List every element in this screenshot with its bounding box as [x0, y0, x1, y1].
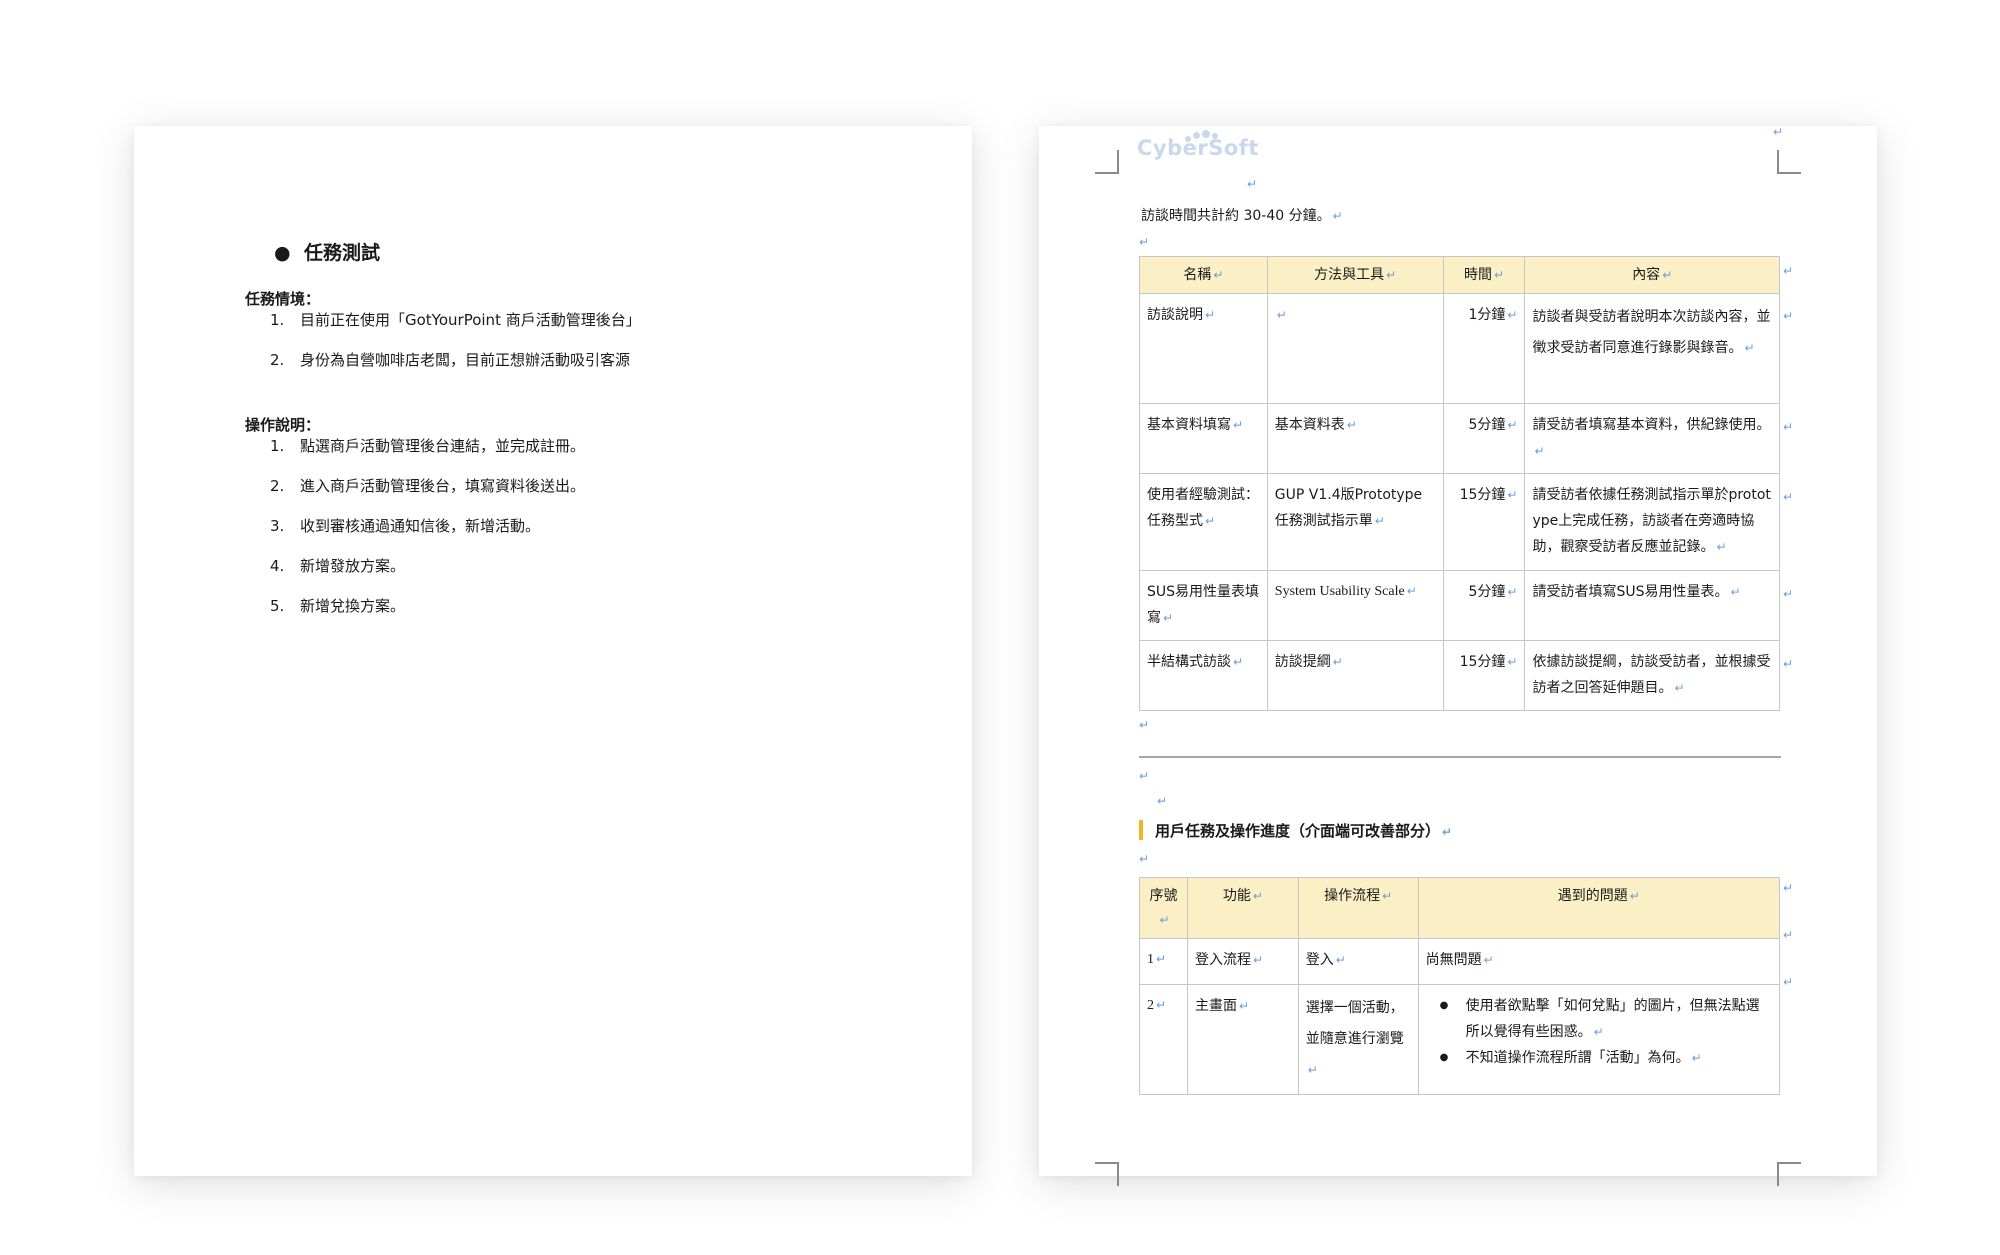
paragraph-mark-icon: ↵ [1139, 852, 1150, 866]
paragraph-mark-icon: ↵ [1773, 125, 1784, 139]
table-cell: 基本資料表 ↵ [1266, 403, 1444, 474]
table-cell: System Usability Scale ↵ [1266, 570, 1444, 641]
list-item: 3. 收到審核通過通知信後，新增活動。 [270, 517, 541, 535]
paragraph-mark-icon: ↵ [1783, 928, 1794, 942]
table-cell: 請受訪者填寫基本資料，供紀錄使用。↵ [1524, 403, 1780, 474]
paragraph-mark-icon: ↵ [1139, 769, 1150, 783]
table-cell: 使用者經驗測試：任務型式 ↵ [1139, 473, 1268, 571]
crop-mark-top-left [1095, 150, 1119, 174]
table-cell: 1 ↵ [1139, 938, 1188, 985]
paragraph-mark-icon: ↵ [1783, 587, 1794, 601]
list-item: 不知道操作流程所謂「活動」為何。↵ [1440, 1045, 1772, 1071]
table-cell: 依據訪談提綱，訪談受訪者，並根據受訪者之回答延伸題目。 ↵ [1524, 640, 1780, 711]
list-item: 2. 進入商戶活動管理後台，填寫資料後送出。 [270, 477, 586, 495]
paragraph-mark-icon: ↵ [1332, 209, 1343, 223]
table-cell: ↵ [1266, 293, 1444, 404]
table-header-cell: 操作流程 ↵ [1297, 877, 1419, 939]
issue-list: 使用者欲點擊「如何兌點」的圖片，但無法點選所以覺得有些困惑。↵ 不知道操作流程所… [1426, 993, 1772, 1071]
paragraph-mark-icon: ↵ [1157, 794, 1168, 808]
table-cell: 基本資料填寫 ↵ [1139, 403, 1268, 474]
table-row: 訪談說明 ↵ ↵ 1分鐘 ↵ 訪談者與受訪者說明本次訪談內容，並徵求受訪者同意進行錄… [1139, 293, 1780, 404]
interview-duration-text: 訪談時間共計約 30-40 分鐘。 ↵ [1141, 208, 1343, 224]
table-header-cell: 內容 ↵ [1524, 256, 1780, 294]
table-cell: 選擇一個活動，並隨意進行瀏覽↵ [1297, 984, 1419, 1095]
paragraph-mark-icon: ↵ [1783, 264, 1794, 278]
table-cell: 15分鐘 ↵ [1442, 640, 1526, 711]
table-header-cell: 時間 ↵ [1442, 256, 1526, 294]
table-cell: 15分鐘 ↵ [1442, 473, 1526, 571]
crop-mark-top-right [1777, 150, 1801, 174]
operation-label: 操作說明： [245, 416, 321, 434]
table-cell: 訪談說明 ↵ [1139, 293, 1268, 404]
table-cell: 半結構式訪談 ↵ [1139, 640, 1268, 711]
paragraph-mark-icon: ↵ [1783, 490, 1794, 504]
table-cell: 尚無問題 ↵ [1417, 938, 1781, 985]
paragraph-mark-icon: ↵ [1783, 881, 1794, 895]
table-row: 1 ↵ 登入流程 ↵ 登入 ↵ 尚無問題 ↵ [1139, 938, 1781, 985]
paragraph-mark-icon: ↵ [1783, 657, 1794, 671]
list-item: 2. 身份為自營咖啡店老闆，目前正想辦活動吸引客源 [270, 351, 631, 369]
paragraph-mark-icon: ↵ [1139, 718, 1150, 732]
table-row: 使用者經驗測試：任務型式 ↵ GUP V1.4版Prototype任務測試指示單 ↵… [1139, 473, 1780, 571]
table-cell: 主畫面 ↵ [1186, 984, 1299, 1095]
paragraph-mark-icon: ↵ [1783, 309, 1794, 323]
table-row: 半結構式訪談 ↵ 訪談提綱 ↵ 15分鐘 ↵ 依據訪談提綱，訪談受訪者，並根據受訪者之… [1139, 640, 1780, 711]
list-item: 4. 新增發放方案。 [270, 557, 406, 575]
table-cell: 登入 ↵ [1297, 938, 1419, 985]
paragraph-mark-icon: ↵ [1783, 975, 1794, 989]
table-cell: SUS易用性量表填寫 ↵ [1139, 570, 1268, 641]
table-cell: 請受訪者依據任務測試指示單於prototype上完成任務，訪談者在旁適時協助，觀… [1524, 473, 1780, 571]
section-heading: 用戶任務及操作進度（介面端可改善部分） ↵ [1139, 820, 1452, 841]
list-item: 1. 點選商戶活動管理後台連結，並完成註冊。 [270, 437, 586, 455]
paragraph-mark-icon: ↵ [1247, 177, 1258, 191]
operation-list: 1. 點選商戶活動管理後台連結，並完成註冊。 2. 進入商戶活動管理後台，填寫資料後… [270, 436, 585, 636]
table-header-cell: 功能 ↵ [1186, 877, 1299, 939]
table-row: 基本資料填寫 ↵ 基本資料表 ↵ 5分鐘 ↵ 請受訪者填寫基本資料，供紀錄使用。↵ [1139, 403, 1780, 474]
table-cell: 5分鐘 ↵ [1442, 403, 1526, 474]
table-cell: 使用者欲點擊「如何兌點」的圖片，但無法點選所以覺得有些困惑。↵ 不知道操作流程所… [1417, 984, 1781, 1095]
table-cell: 訪談者與受訪者說明本次訪談內容，並徵求受訪者同意進行錄影與錄音。 ↵ [1524, 293, 1780, 404]
horizontal-divider [1139, 756, 1781, 758]
user-task-progress-table: 序號↵ 功能 ↵ 操作流程 ↵ 遇到的問題 ↵ 1 ↵ 登入流程 ↵ 登入 ↵ 尚無問題 ↵ … [1139, 877, 1781, 1095]
company-logo: CyberSoft [1137, 136, 1259, 160]
crop-mark-bottom-left [1095, 1162, 1119, 1186]
table-cell: GUP V1.4版Prototype任務測試指示單 ↵ [1266, 473, 1444, 571]
table-header-cell: 序號↵ [1139, 877, 1188, 939]
document-page-left: ● 任務測試 任務情境： 1. 目前正在使用「GotYourPoint 商戶活動管理… [134, 126, 972, 1176]
table-header-cell: 方法與工具 ↵ [1266, 256, 1444, 294]
interview-schedule-table: 名稱 ↵ 方法與工具 ↵ 時間 ↵ 內容 ↵ 訪談說明 ↵ ↵ 1分鐘 ↵ 訪談者與受訪者說… [1139, 256, 1780, 711]
crop-mark-bottom-right [1777, 1162, 1801, 1186]
table-row: 2↵ 主畫面↵ 選擇一個活動，並隨意進行瀏覽↵ 使用者欲點擊「如何兌點」的圖片，… [1139, 984, 1781, 1095]
table-cell: 2 ↵ [1139, 984, 1188, 1095]
table-cell: 1分鐘 ↵ [1442, 293, 1526, 404]
table-header-row: 序號↵ 功能 ↵ 操作流程 ↵ 遇到的問題 ↵ [1139, 877, 1781, 939]
paragraph-mark-icon: ↵ [1783, 420, 1794, 434]
table-cell: 5分鐘 ↵ [1442, 570, 1526, 641]
paragraph-mark-icon: ↵ [1139, 235, 1150, 249]
table-row: SUS易用性量表填寫 ↵ System Usability Scale ↵ 5分鐘 ↵… [1139, 570, 1780, 641]
table-header-cell: 名稱 ↵ [1139, 256, 1268, 294]
table-cell: 登入流程 ↵ [1186, 938, 1299, 985]
task-test-heading: ● 任務測試 [274, 242, 381, 264]
list-item: 使用者欲點擊「如何兌點」的圖片，但無法點選所以覺得有些困惑。↵ [1440, 993, 1772, 1045]
table-header-cell: 遇到的問題 ↵ [1417, 877, 1781, 939]
table-cell: 請受訪者填寫SUS易用性量表。 ↵ [1524, 570, 1780, 641]
bullet-icon: ● [274, 242, 291, 264]
table-cell: 訪談提綱 ↵ [1266, 640, 1444, 711]
table-header-row: 名稱 ↵ 方法與工具 ↵ 時間 ↵ 內容 ↵ [1139, 256, 1780, 294]
list-item: 5. 新增兌換方案。 [270, 597, 406, 615]
heading-accent-bar [1139, 820, 1143, 840]
document-page-right: CyberSoft ↵ ↵ 訪談時間共計約 30-40 分鐘。 ↵ ↵ 名稱 ↵ 方… [1039, 125, 1877, 1186]
scenario-label: 任務情境： [245, 290, 321, 308]
scenario-list: 1. 目前正在使用「GotYourPoint 商戶活動管理後台」 2. 身份為自營咖… [270, 310, 641, 390]
list-item: 1. 目前正在使用「GotYourPoint 商戶活動管理後台」 [270, 311, 641, 329]
